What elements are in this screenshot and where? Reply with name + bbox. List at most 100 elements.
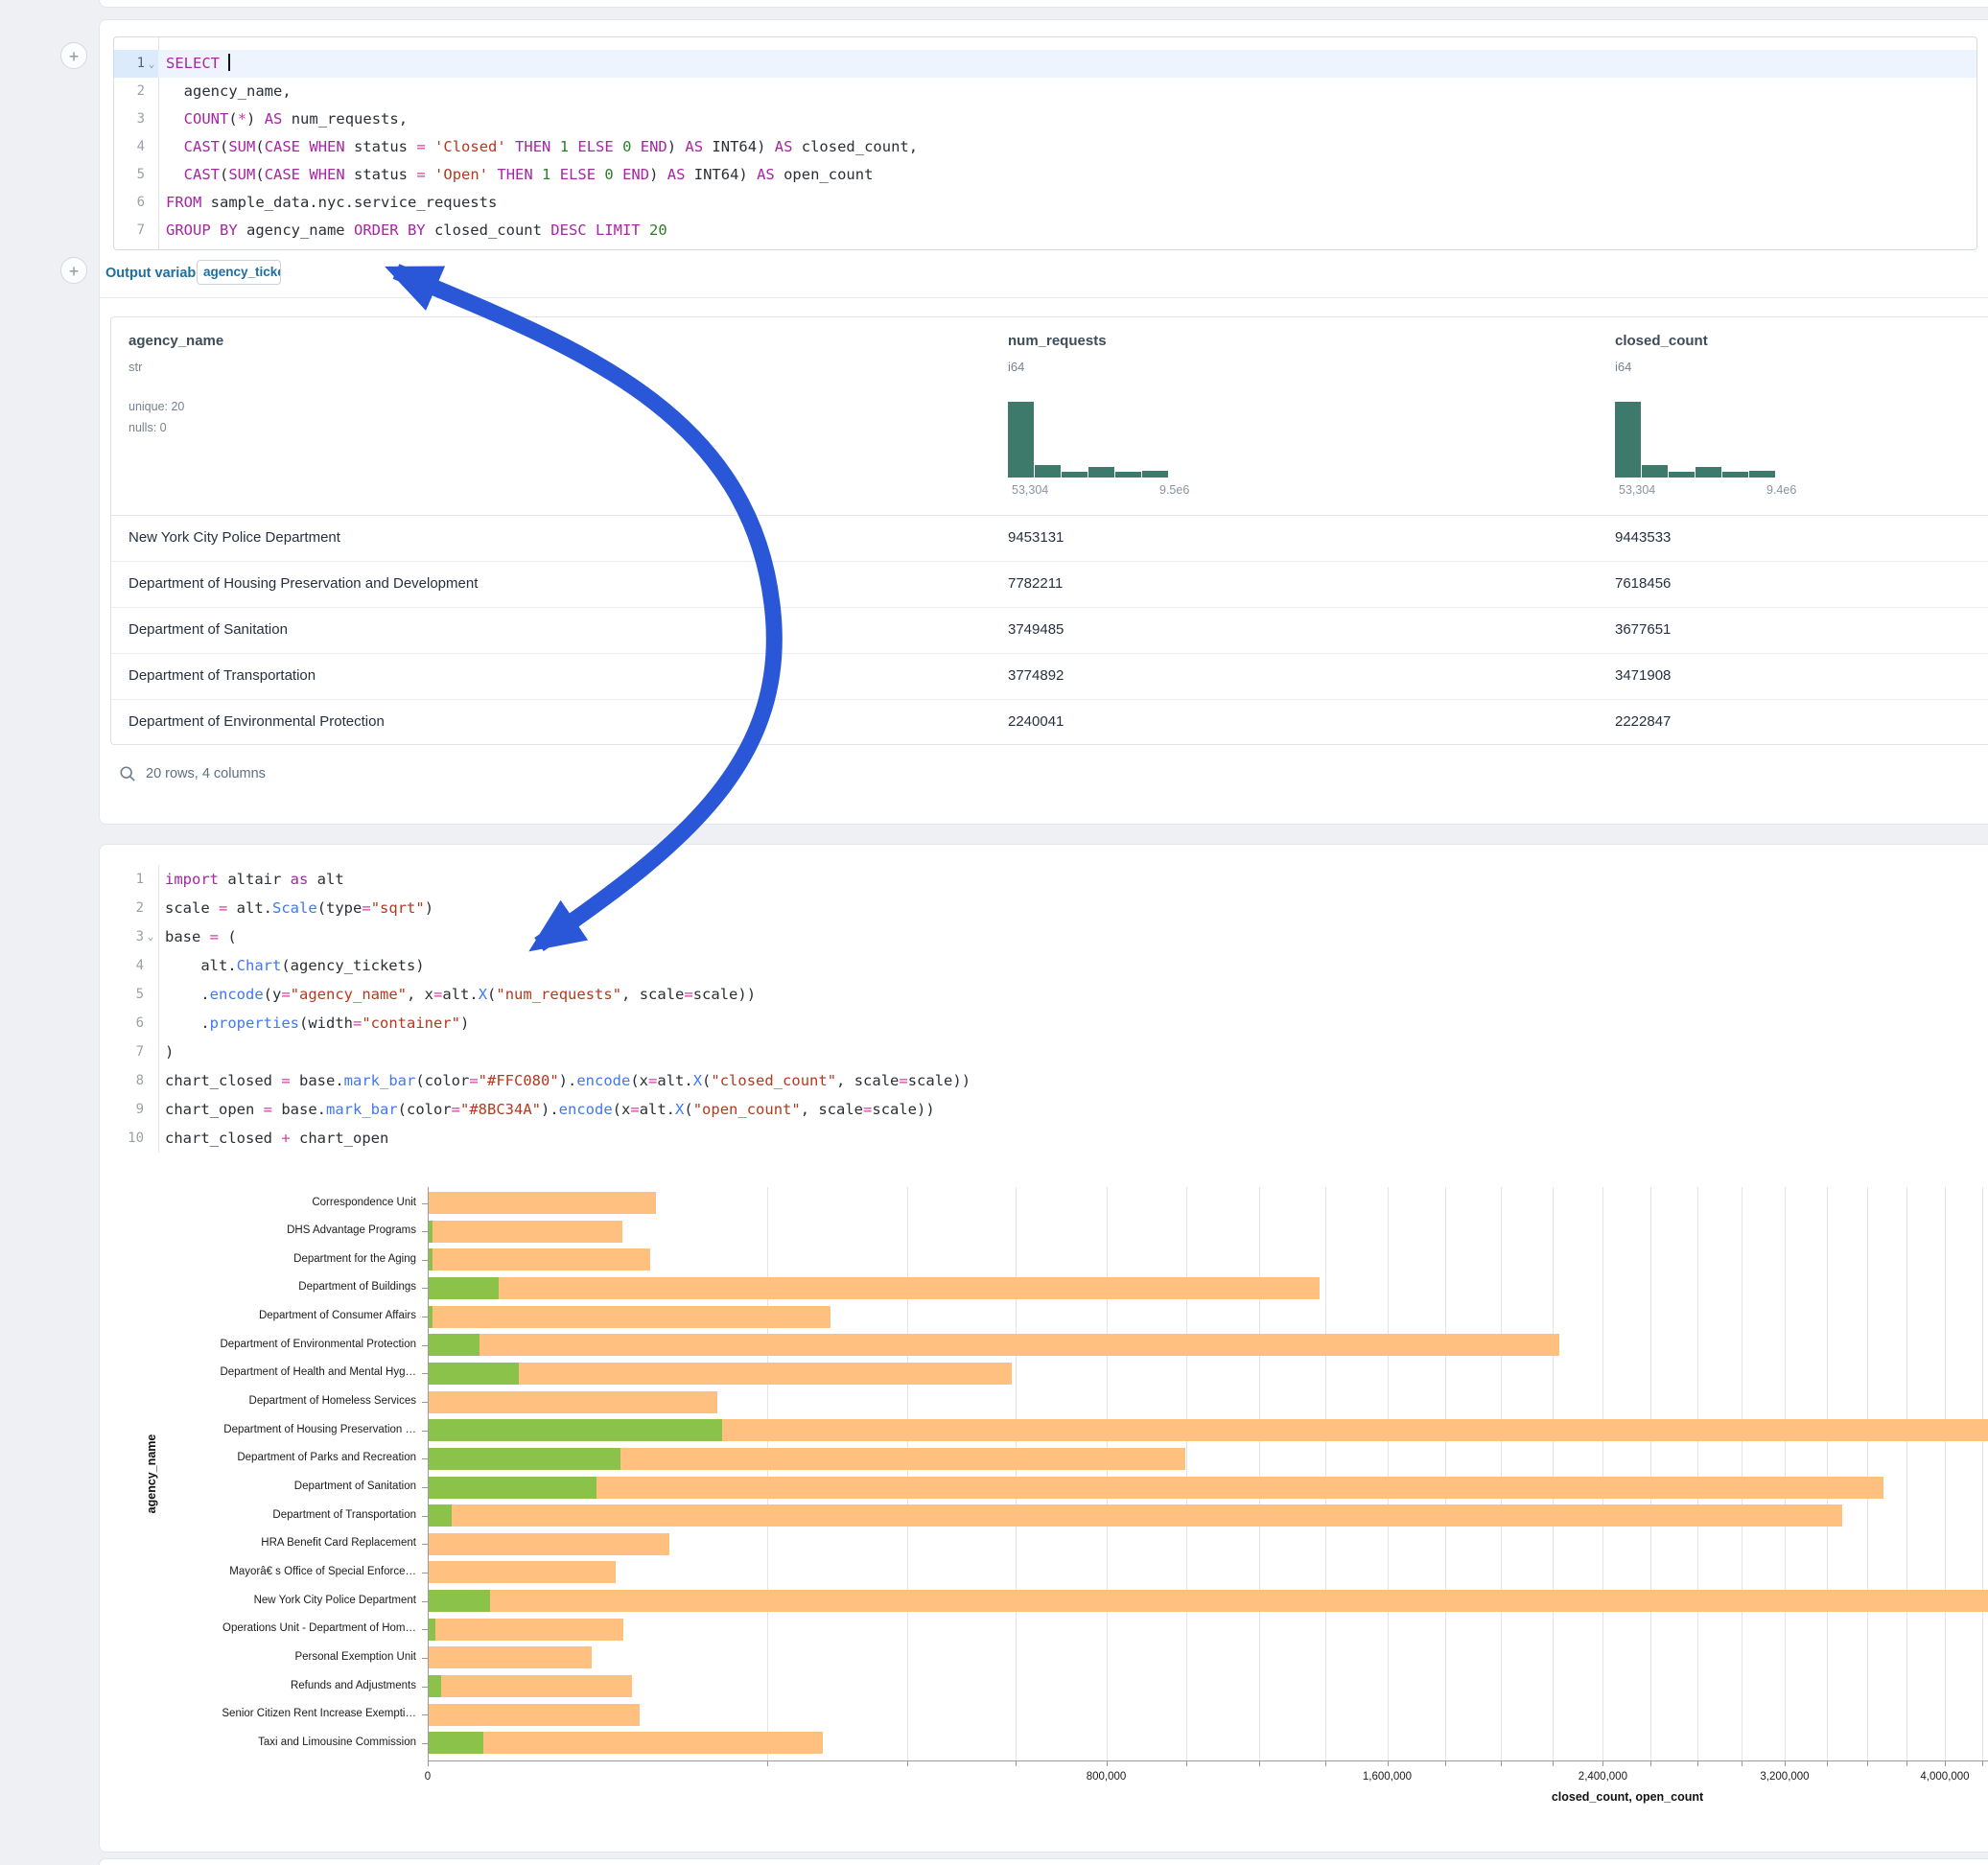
closed-count-bar <box>429 1504 1842 1527</box>
open-count-bar <box>429 1334 479 1356</box>
line-number: 2 <box>100 894 157 922</box>
cell-value: 9453131 <box>1008 515 1064 560</box>
histogram-bar <box>1062 472 1088 478</box>
line-number-value: 1 <box>137 50 145 78</box>
token <box>641 221 649 239</box>
x-axis-tick <box>1445 1760 1446 1766</box>
line-number-value: 6 <box>137 189 145 217</box>
token: (color <box>398 1101 452 1118</box>
code-line: 8chart_closed = base.mark_bar(color="#FF… <box>100 1066 1979 1095</box>
column-header: closed_count <box>1615 333 1708 349</box>
token: = <box>281 1072 290 1089</box>
token: base <box>165 928 210 945</box>
add-cell-button-top[interactable]: + <box>60 42 87 69</box>
gridline <box>907 1187 908 1760</box>
sql-editor[interactable]: 1⌄SELECT 2 agency_name,3 COUNT(*) AS num… <box>113 36 1977 250</box>
line-number: 4 <box>100 951 157 980</box>
y-axis-tick <box>422 1402 428 1403</box>
token: base. <box>272 1101 326 1118</box>
open-count-bar <box>429 1619 435 1641</box>
column-stat: nulls: 0 <box>129 421 167 434</box>
token: = <box>863 1101 872 1118</box>
open-count-bar <box>429 1448 620 1470</box>
line-number: 5 <box>100 980 157 1009</box>
y-axis-tick <box>422 1345 428 1346</box>
y-axis-tick <box>422 1487 428 1488</box>
column-header: agency_name <box>129 333 223 349</box>
output-variable-pill[interactable]: agency_tickets <box>197 260 281 285</box>
token: encode <box>210 986 264 1003</box>
line-number-value: 10 <box>128 1124 144 1153</box>
y-axis-label: Correspondence Unit <box>99 1197 416 1208</box>
token: ). <box>541 1101 559 1118</box>
y-axis-tick <box>422 1687 428 1688</box>
add-cell-button-middle[interactable]: + <box>60 257 87 284</box>
token <box>631 138 640 155</box>
code-text: COUNT(*) AS num_requests, <box>158 105 408 133</box>
y-axis-label: Department for the Aging <box>99 1253 416 1265</box>
token: (y <box>264 986 282 1003</box>
closed-count-bar <box>429 1391 717 1413</box>
code-text: GROUP BY agency_name ORDER BY closed_cou… <box>158 217 667 245</box>
token: LIMIT <box>596 221 641 239</box>
token: ELSE <box>577 138 613 155</box>
code-line: 7) <box>100 1037 1979 1066</box>
token: 0 <box>622 138 631 155</box>
token: Scale <box>272 899 317 917</box>
cell-value: 2240041 <box>1008 699 1064 744</box>
histogram-bar <box>1142 471 1168 478</box>
code-line: 5 .encode(y="agency_name", x=alt.X("num_… <box>100 980 1979 1009</box>
code-text: SELECT <box>158 50 230 78</box>
y-axis-label: Department of Homeless Services <box>99 1395 416 1407</box>
x-axis-tick-label: 3,200,000 <box>1760 1771 1809 1783</box>
token: scale <box>165 899 219 917</box>
code-text: ) <box>157 1037 174 1066</box>
code-text: alt.Chart(agency_tickets) <box>157 951 425 980</box>
token: encode <box>559 1101 613 1118</box>
token: ( <box>255 138 264 155</box>
token: base. <box>291 1072 344 1089</box>
code-text: scale = alt.Scale(type="sqrt") <box>157 894 433 922</box>
search-icon[interactable] <box>119 765 136 782</box>
python-editor[interactable]: 1import altair as alt2scale = alt.Scale(… <box>100 865 1979 1153</box>
token: X <box>675 1101 684 1118</box>
y-axis-label: Department of Buildings <box>99 1281 416 1293</box>
token: = <box>264 1101 272 1118</box>
token: ( <box>228 110 237 128</box>
token: = <box>684 986 692 1003</box>
histogram-min-label: 53,304 <box>1012 483 1048 497</box>
token: INT64) <box>703 138 775 155</box>
token <box>488 166 497 183</box>
open-count-bar <box>429 1732 483 1754</box>
token: altair <box>219 871 291 888</box>
token: chart_open <box>291 1130 389 1147</box>
code-line: 7 GROUP BY agency_name ORDER BY closed_co… <box>114 217 1976 245</box>
code-line: 3⌄base = ( <box>100 922 1979 951</box>
line-number: 3 <box>114 105 158 133</box>
token: (width <box>299 1014 353 1032</box>
line-number-value: 7 <box>137 217 145 245</box>
line-number-value: 2 <box>136 894 144 922</box>
token <box>569 138 577 155</box>
previous-cell-edge <box>99 0 1988 8</box>
token: = <box>219 899 227 917</box>
python-code-lines: 1import altair as alt2scale = alt.Scale(… <box>100 865 1979 1153</box>
token: ( <box>487 986 496 1003</box>
line-number: 7 <box>100 1037 157 1066</box>
code-line: 6 .properties(width="container") <box>100 1009 1979 1037</box>
cell-value: 3749485 <box>1008 607 1064 652</box>
token <box>166 138 184 155</box>
line-number: 7 <box>114 217 158 245</box>
open-count-bar <box>429 1504 452 1527</box>
token: COUNT <box>184 110 229 128</box>
token: = <box>648 1072 657 1089</box>
histogram-bar <box>1722 472 1748 478</box>
y-axis-tick <box>422 1516 428 1517</box>
token: , scale <box>836 1072 899 1089</box>
cell-agency-name: Department of Housing Preservation and D… <box>129 561 478 606</box>
code-line: 3 COUNT(*) AS num_requests, <box>114 105 1976 133</box>
token: ) <box>649 166 667 183</box>
gridline <box>1501 1187 1502 1760</box>
token: "container" <box>362 1014 460 1032</box>
code-text: chart_open = base.mark_bar(color="#8BC34… <box>157 1095 935 1124</box>
